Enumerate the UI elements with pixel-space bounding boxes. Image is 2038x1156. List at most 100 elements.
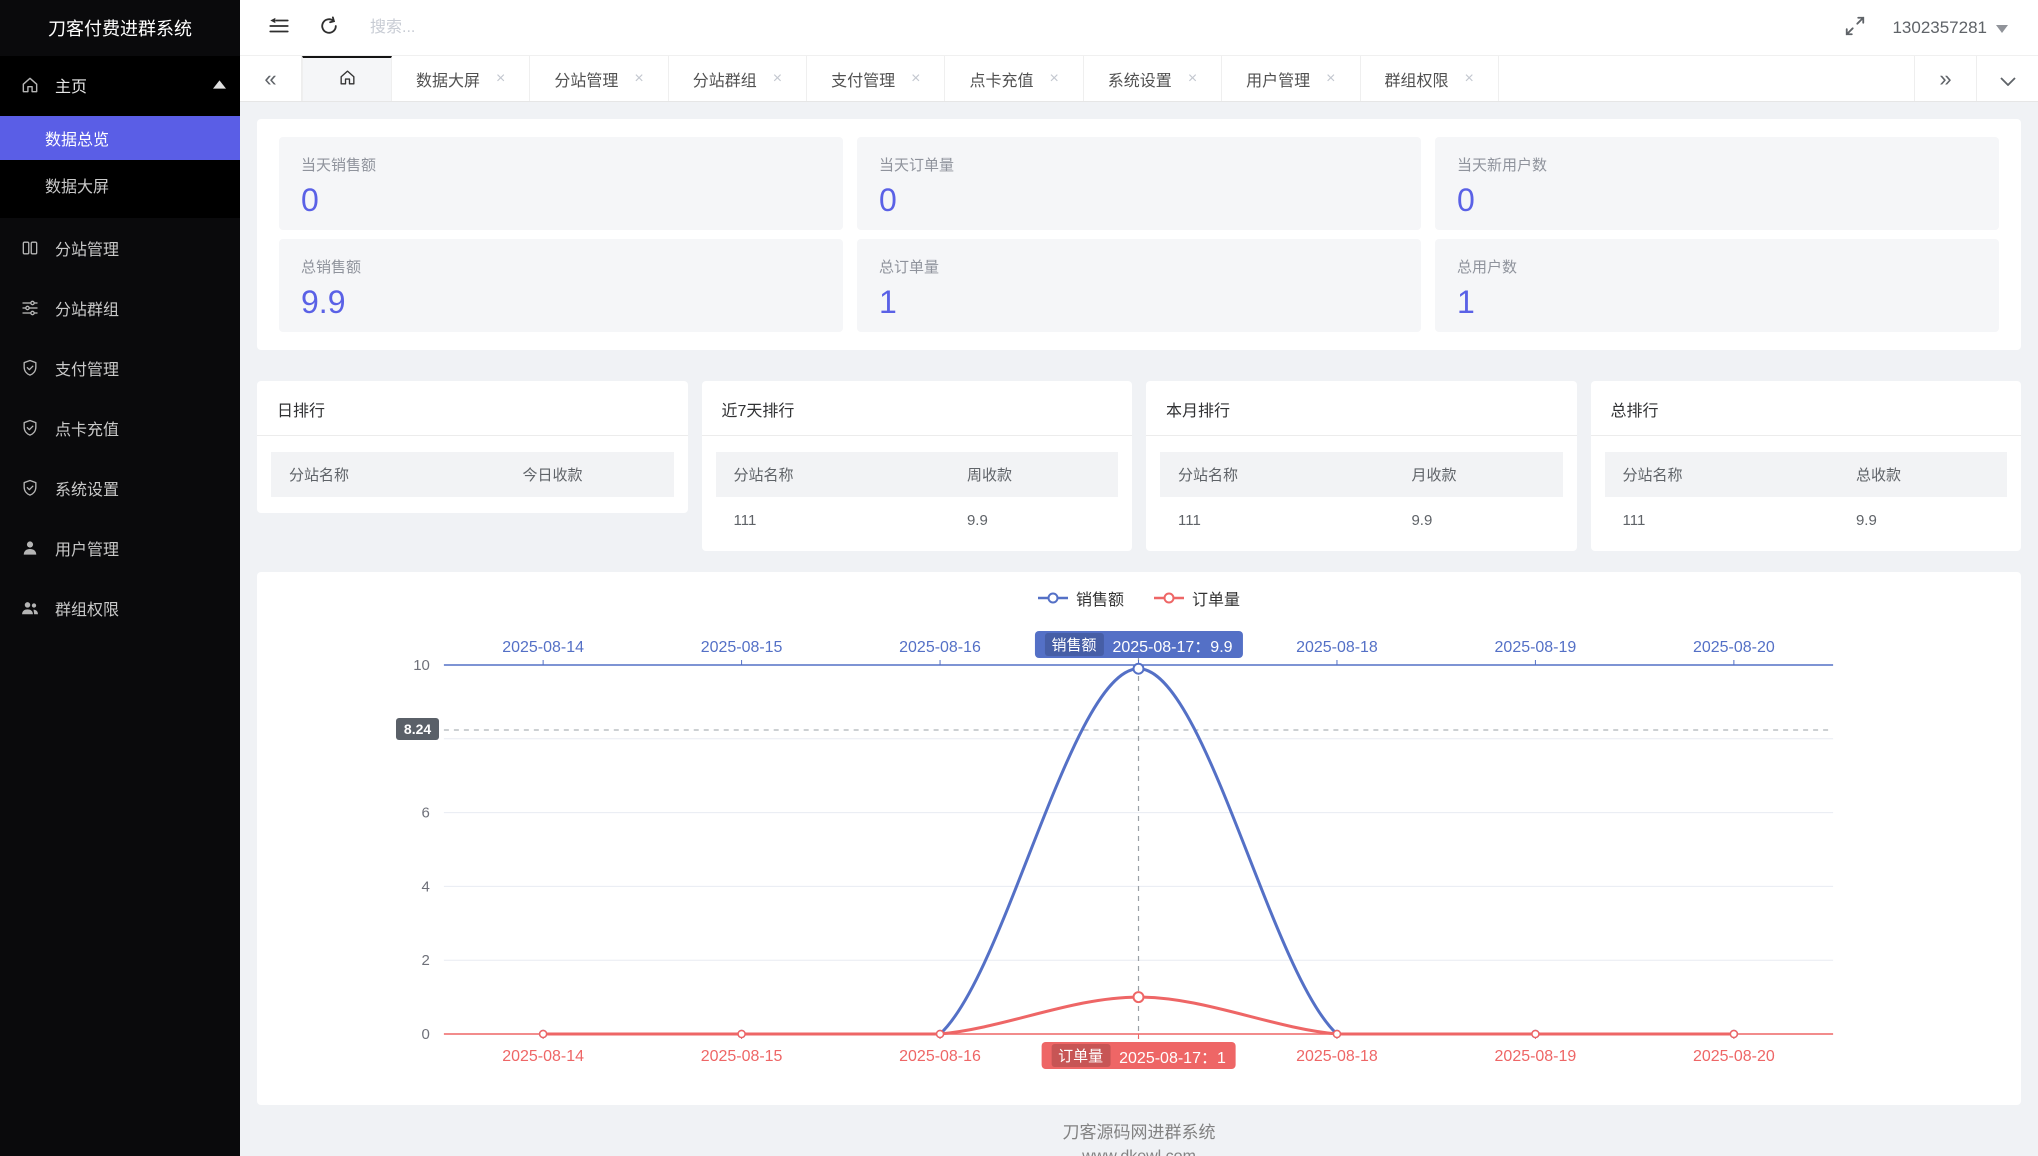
tab-close-icon[interactable]: × [773,71,782,87]
legend-item-sales[interactable]: 销售额 [1038,586,1124,610]
ranking-col-header: 总收款 [1838,452,2007,497]
tabs-scroll-right-button[interactable]: » [1914,56,1976,101]
svg-text:2025-08-14: 2025-08-14 [502,639,584,656]
tab-label: 点卡充值 [969,67,1033,91]
content: 当天销售额0当天订单量0当天新用户数0总销售额9.9总订单量1总用户数1 日排行… [240,102,2038,1156]
users-icon [20,598,40,618]
table-row: 1119.9 [1160,497,1563,535]
caret-up-icon [213,80,226,89]
sidebar-subitem-label: 数据大屏 [45,173,109,197]
tab-data-screen[interactable]: 数据大屏× [392,56,530,101]
collapse-menu-icon [268,15,290,40]
ranking-col-header: 今日收款 [504,452,673,497]
ranking-table: 分站名称总收款1119.9 [1605,452,2008,535]
sidebar-item-label: 群组权限 [55,596,119,620]
home-icon [338,68,357,92]
svg-text:2025-08-14: 2025-08-14 [502,1048,584,1065]
topbar: 1302357281 [240,0,2038,56]
legend-line-icon [1038,591,1068,605]
stat-card: 总销售额9.9 [279,239,843,332]
tab-group-permission[interactable]: 群组权限× [1361,56,1499,101]
tab-close-icon[interactable]: × [1326,71,1335,87]
tabs-scroll-left-button[interactable]: « [240,56,302,101]
ranking-table: 分站名称周收款1119.9 [716,452,1119,535]
sidebar-item-substation-group[interactable]: 分站群组 [0,278,240,338]
sidebar-item-label: 主页 [55,73,87,97]
tab-payment-manage[interactable]: 支付管理 × [807,56,945,101]
stat-label: 总用户数 [1457,256,1977,277]
user-dropdown[interactable]: 1302357281 [1892,18,2008,38]
tabs-menu-button[interactable] [1976,56,2038,101]
collapse-sidebar-button[interactable] [268,15,290,40]
footer-title: 刀客源码网进群系统 [257,1118,2021,1143]
tab-substation-group[interactable]: 分站群组× [669,56,807,101]
sidebar-item-user-manage[interactable]: 用户管理 [0,518,240,578]
markline-value-badge: 8.24 [396,718,439,740]
tab-home[interactable] [302,56,392,101]
sidebar-subitem-label: 数据总览 [45,126,109,150]
tab-label: 用户管理 [1246,67,1310,91]
shield-check-icon [20,358,40,378]
stat-value: 1 [1457,284,1977,321]
caret-down-icon [1996,18,2008,38]
refresh-button[interactable] [318,15,340,40]
sidebar-item-substation-manage[interactable]: 分站管理 [0,218,240,278]
svg-text:6: 6 [422,805,430,822]
ranking-cell: 111 [716,497,949,535]
legend-label: 订单量 [1192,586,1240,610]
svg-text:2025-08-20: 2025-08-20 [1693,639,1775,656]
sidebar-item-label: 用户管理 [55,536,119,560]
stat-label: 总订单量 [879,256,1399,277]
sidebar-item-data-overview[interactable]: 数据总览 [0,116,240,160]
fullscreen-button[interactable] [1844,15,1866,40]
sidebar-item-data-screen[interactable]: 数据大屏 [0,163,240,207]
sidebar-item-system-settings[interactable]: 系统设置 [0,458,240,518]
stat-card: 总订单量1 [857,239,1421,332]
legend-line-icon [1154,591,1184,605]
sidebar: 刀客付费进群系统 主页数据总览数据大屏分站管理分站群组支付管理点卡充值系统设置用… [0,0,240,1156]
tab-close-icon[interactable]: × [1465,71,1474,87]
legend-item-orders[interactable]: 订单量 [1154,586,1240,610]
chart-area[interactable]: 0246102025-08-142025-08-142025-08-152025… [257,572,2021,1105]
ranking-panel: 总排行分站名称总收款1119.9 [1591,381,2022,551]
sidebar-item-label: 分站群组 [55,296,119,320]
tab-close-icon[interactable]: × [1188,71,1197,87]
stat-value: 0 [1457,182,1977,219]
tab-close-icon[interactable]: × [634,71,643,87]
shield-check-icon [20,478,40,498]
tab-system-settings[interactable]: 系统设置× [1084,56,1222,101]
tab-close-icon[interactable]: × [911,71,920,87]
ranking-title: 总排行 [1591,381,2022,436]
sidebar-item-card-recharge[interactable]: 点卡充值 [0,398,240,458]
svg-text:2025-08-18: 2025-08-18 [1296,1048,1378,1065]
ranking-title: 日排行 [257,381,688,436]
tab-user-manage[interactable]: 用户管理 × [1222,56,1360,101]
stat-label: 当天订单量 [879,154,1399,175]
svg-text:2: 2 [422,952,430,969]
search-input[interactable] [368,18,598,38]
tab-label: 支付管理 [831,67,895,91]
sidebar-menu: 主页数据总览数据大屏分站管理分站群组支付管理点卡充值系统设置用户管理群组权限 [0,56,240,1156]
ranking-col-header: 分站名称 [271,452,504,497]
sidebar-item-home[interactable]: 主页 [0,56,240,113]
ranking-col-header: 分站名称 [1605,452,1838,497]
ranking-title: 本月排行 [1146,381,1577,436]
ranking-col-header: 分站名称 [716,452,949,497]
tab-card-recharge[interactable]: 点卡充值 × [945,56,1083,101]
sidebar-item-payment-manage[interactable]: 支付管理 [0,338,240,398]
svg-text:10: 10 [413,657,430,674]
tab-substation-manage[interactable]: 分站管理× [530,56,668,101]
ranking-panel: 近7天排行分站名称周收款1119.9 [702,381,1133,551]
tooltip-orders: 订单量2025-08-17：1 [1041,1042,1236,1069]
sliders-icon [20,298,40,318]
stat-card: 当天销售额0 [279,137,843,230]
sidebar-item-group-permission[interactable]: 群组权限 [0,578,240,638]
tooltip-text: 2025-08-17：1 [1119,1044,1226,1068]
svg-text:2025-08-19: 2025-08-19 [1495,639,1577,656]
ranking-col-header: 月收款 [1393,452,1562,497]
ranking-title: 近7天排行 [702,381,1133,436]
footer-url: www.dkewl.com [257,1148,2021,1156]
tab-close-icon[interactable]: × [496,71,505,87]
tab-close-icon[interactable]: × [1049,71,1058,87]
stat-label: 当天销售额 [301,154,821,175]
